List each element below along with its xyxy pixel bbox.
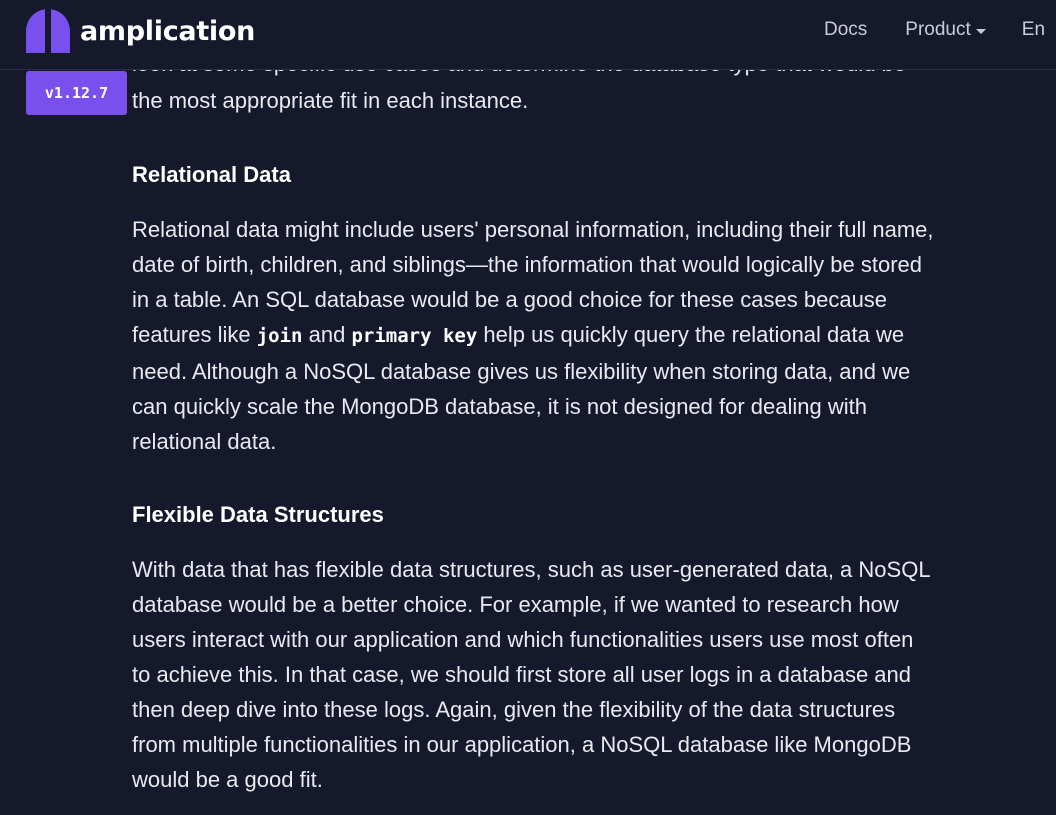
nav-product-dropdown[interactable]: Product (905, 19, 986, 41)
text-fragment: help us quickly query the relational dat… (477, 322, 905, 347)
paragraph-line: date of birth, children, and siblings—th… (132, 252, 923, 277)
logo-link[interactable]: amplication (26, 9, 255, 53)
top-navbar: amplication Docs Product En (0, 0, 1056, 70)
paragraph-line: need. Although a NoSQL database gives us… (132, 359, 911, 384)
paragraph-line: relational data. (132, 429, 277, 454)
paragraph-line-with-code: features like join and primary key help … (132, 317, 934, 354)
paragraph-line: With data that has flexible data structu… (132, 557, 931, 582)
paragraph-line: then deep dive into these logs. Again, g… (132, 697, 896, 722)
inline-code-primary-key: primary key (351, 325, 478, 347)
paragraph-line: in a table. An SQL database would be a g… (132, 287, 888, 312)
paragraph-line: from multiple functionalities in our app… (132, 732, 912, 757)
section-heading-relational-data: Relational Data (132, 162, 291, 187)
version-badge[interactable]: v1.12.7 (26, 71, 127, 115)
relational-data-paragraph: Relational data might include users' per… (132, 212, 934, 459)
paragraph-line: Relational data might include users' per… (132, 217, 934, 242)
intro-paragraph-end: the most appropriate fit in each instanc… (132, 83, 528, 118)
text-fragment: and (302, 322, 352, 347)
section-heading-flexible-data-structures: Flexible Data Structures (132, 502, 384, 527)
paragraph-line: the most appropriate fit in each instanc… (132, 88, 529, 113)
inline-code-join: join (256, 325, 303, 347)
nav-links: Docs Product En (824, 19, 1045, 41)
paragraph-line: would be a good fit. (132, 767, 323, 792)
flexible-data-paragraph: With data that has flexible data structu… (132, 552, 931, 797)
chevron-down-icon (975, 28, 986, 34)
paragraph-line: to achieve this. In that case, we should… (132, 662, 912, 687)
nav-product-label: Product (905, 19, 971, 40)
amplication-logo-icon (26, 9, 70, 53)
nav-enterprise-link[interactable]: En (1022, 19, 1045, 41)
text-fragment: features like (132, 322, 257, 347)
paragraph-line: database would be a better choice. For e… (132, 592, 899, 617)
paragraph-line: users interact with our application and … (132, 627, 914, 652)
nav-docs-link[interactable]: Docs (824, 19, 867, 41)
article-content: look at some specific use cases and dete… (132, 0, 1056, 815)
brand-name: amplication (80, 15, 256, 47)
paragraph-line: can quickly scale the MongoDB database, … (132, 394, 867, 419)
